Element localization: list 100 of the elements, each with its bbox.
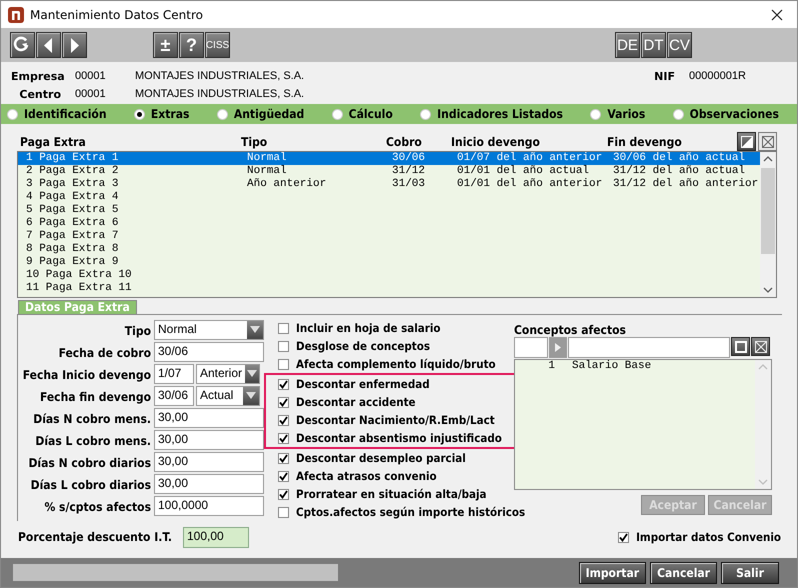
table-cell-text: 8 Paga Extra 8 — [26, 243, 120, 256]
radio-button[interactable] — [332, 108, 343, 120]
previous-button[interactable] — [36, 32, 61, 58]
table-cell-text: 30/06 del año actual — [613, 152, 746, 165]
toolbar-button[interactable]: DT — [641, 32, 666, 58]
table-cell-text: 01/01 del año anterior — [457, 178, 604, 191]
checkbox[interactable] — [278, 322, 289, 334]
table-cell-text: 10 Paga Extra 10 — [26, 269, 133, 282]
footer-button[interactable]: Importar — [578, 562, 646, 584]
input-field[interactable] — [568, 337, 730, 358]
checkbox[interactable] — [278, 414, 289, 426]
footer-button[interactable]: Salir — [721, 562, 779, 584]
checkbox[interactable] — [278, 358, 289, 370]
close-icon — [771, 8, 783, 20]
table-row[interactable]: 1 Paga Extra 1 Normal 30/06 01/07 del año anterior 30/06 del año actual — [18, 152, 760, 165]
radio-button[interactable] — [216, 108, 228, 120]
input-field[interactable]: 1/07 — [154, 364, 194, 384]
input-field[interactable]: 30,00 — [154, 452, 264, 472]
checkbox[interactable] — [618, 532, 630, 542]
checkbox-label[interactable]: Descontar enfermedad — [296, 377, 430, 391]
checkbox-label[interactable]: Descontar Nacimiento/R.Emb/Lact — [296, 413, 495, 427]
radio-button[interactable] — [420, 108, 432, 120]
checkbox[interactable] — [278, 340, 289, 352]
field-value: MONTAJES INDUSTRIALES, S.A. — [135, 70, 304, 82]
input-field[interactable]: 30,00 — [154, 408, 264, 428]
table-row[interactable]: 11 Paga Extra 11 — [18, 282, 760, 295]
table-row[interactable]: 10 Paga Extra 10 — [18, 269, 760, 282]
toolbar-button[interactable]: ± — [153, 32, 178, 58]
input-field[interactable]: 30/06 — [154, 386, 194, 406]
checkbox-label[interactable]: Descontar accidente — [296, 395, 416, 409]
dropdown[interactable]: Normal — [154, 320, 264, 340]
table-row[interactable]: 7 Paga Extra 7 — [18, 230, 760, 243]
checkbox-label[interactable]: Importar datos Convenio — [636, 530, 781, 544]
checkbox-label[interactable]: Cptos.afectos según importe históricos — [296, 505, 526, 519]
column-header: Fin devengo — [607, 134, 683, 148]
table-cell-text: 1 Paga Extra 1 — [26, 152, 120, 165]
checkbox[interactable] — [278, 506, 289, 518]
checkbox[interactable] — [278, 488, 289, 500]
field-label: Fecha de cobro — [58, 345, 151, 362]
app-logo-icon — [8, 6, 24, 22]
radio-button[interactable] — [590, 108, 602, 120]
field-label: Fecha fin devengo — [38, 389, 151, 406]
table-row[interactable]: 3 Paga Extra 3 Año anterior 31/03 01/01 del año anterior 31/12 del año anterior — [18, 178, 760, 191]
caret-icon — [250, 326, 260, 334]
radio-label[interactable]: Extras — [150, 107, 190, 121]
checkbox-label[interactable]: Afecta atrasos convenio — [296, 469, 437, 483]
checkbox[interactable] — [278, 452, 289, 464]
table-cell-text: 31/12 — [392, 165, 426, 178]
checkbox[interactable] — [278, 432, 289, 444]
table-cell: Salario Base — [572, 360, 652, 373]
radio-label[interactable]: Antigüedad — [234, 107, 304, 121]
checkbox[interactable] — [278, 470, 289, 482]
toolbar-button[interactable]: CISS — [205, 32, 230, 58]
table-row[interactable]: 8 Paga Extra 8 — [18, 243, 760, 256]
radio-button[interactable] — [134, 108, 145, 120]
dropdown[interactable]: Actual — [196, 386, 260, 406]
radio-label[interactable]: Indicadores Listados — [437, 107, 563, 121]
field-label: Centro — [18, 88, 61, 100]
toolbar-button[interactable]: DE — [615, 32, 640, 58]
checkbox-label[interactable]: Desglose de conceptos — [296, 339, 430, 353]
field-value: 00001 — [75, 70, 107, 82]
close-icon — [762, 136, 774, 148]
footer-button[interactable]: Cancelar — [650, 562, 717, 584]
table-row[interactable]: 5 Paga Extra 5 — [18, 204, 760, 217]
radio-button[interactable] — [7, 108, 18, 120]
table-row[interactable]: 9 Paga Extra 9 — [18, 256, 760, 269]
input-field[interactable]: 100,0000 — [154, 496, 264, 516]
column-header: Paga Extra — [20, 134, 87, 148]
field-label: Días N cobro mens. — [32, 411, 151, 428]
radio-label[interactable]: Varios — [607, 107, 646, 121]
toolbar-button[interactable]: ? — [179, 32, 204, 58]
checkbox-label[interactable]: Incluir en hoja de salario — [296, 321, 441, 335]
input-field[interactable]: 30,00 — [154, 430, 264, 450]
expand-button[interactable] — [737, 132, 756, 151]
close-button[interactable] — [751, 337, 770, 356]
checkbox-label[interactable]: Prorratear en situación alta/baja — [296, 487, 487, 501]
toolbar-button[interactable]: CV — [667, 32, 692, 58]
close-icon — [754, 340, 766, 352]
input-field[interactable]: 30/06 — [154, 342, 264, 362]
reload-button[interactable] — [10, 32, 35, 58]
table-row[interactable]: 2 Paga Extra 2 Normal 31/12 01/01 del año actual 31/12 del año actual — [18, 165, 760, 178]
next-button[interactable] — [62, 32, 87, 58]
table-cell-text: 7 Paga Extra 7 — [26, 230, 120, 243]
input-field[interactable]: 30,00 — [154, 474, 264, 494]
stop-button[interactable] — [731, 337, 750, 356]
table-row[interactable]: 4 Paga Extra 4 — [18, 191, 760, 204]
table-row[interactable]: 6 Paga Extra 6 — [18, 217, 760, 230]
input-field[interactable] — [514, 337, 548, 358]
checkbox-label[interactable]: Afecta complemento líquido/bruto — [296, 357, 496, 371]
radio-label[interactable]: Cálculo — [348, 107, 393, 121]
radio-label[interactable]: Observaciones — [690, 107, 779, 121]
input-field[interactable]: 100,00 — [182, 526, 249, 548]
checkbox-label[interactable]: Descontar desempleo parcial — [296, 451, 466, 465]
dropdown[interactable]: Anterior — [196, 364, 260, 384]
checkbox[interactable] — [278, 378, 289, 390]
checkbox[interactable] — [278, 396, 289, 408]
caret-icon — [246, 392, 256, 400]
checkbox-label[interactable]: Descontar absentismo injustificado — [296, 431, 502, 445]
radio-button[interactable] — [672, 108, 684, 120]
radio-label[interactable]: Identificación — [24, 107, 106, 121]
